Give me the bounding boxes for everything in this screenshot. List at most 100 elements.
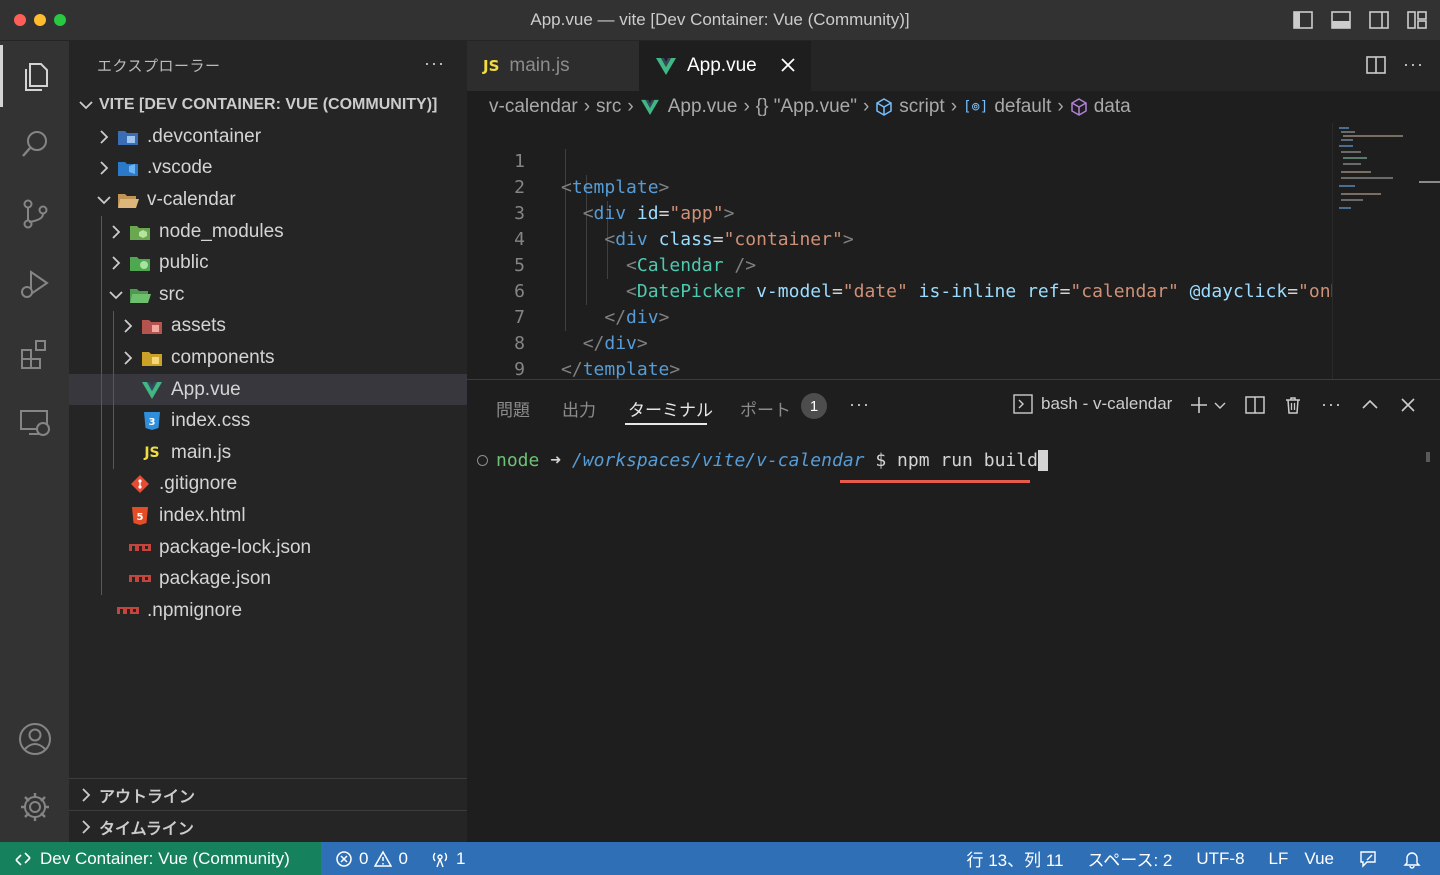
tree-item-package-json[interactable]: package.json — [69, 563, 467, 595]
maximize-panel-icon[interactable] — [1360, 395, 1380, 415]
tree-item-assets[interactable]: assets — [69, 310, 467, 343]
manage-button[interactable] — [0, 776, 69, 838]
encoding[interactable]: UTF-8 — [1196, 849, 1244, 869]
folder-src-icon — [129, 284, 151, 306]
split-editor-icon[interactable] — [1365, 54, 1387, 76]
explorer-title: エクスプローラー — [97, 57, 221, 75]
tab-problems[interactable]: 問題 — [496, 396, 530, 421]
terminal-scrollbar[interactable] — [1426, 452, 1430, 462]
accounts-button[interactable] — [0, 708, 69, 770]
error-count: 0 — [359, 848, 369, 868]
new-terminal-icon[interactable] — [1189, 395, 1209, 415]
terminal-selector[interactable]: bash - v-calendar — [1013, 394, 1172, 414]
indentation[interactable]: スペース: 2 — [1087, 846, 1172, 871]
chevron-down-icon[interactable] — [1213, 395, 1227, 415]
chevron-right-icon — [107, 254, 125, 272]
timeline-section[interactable]: タイムライン — [69, 810, 467, 842]
panel-more-actions-icon[interactable]: ··· — [1321, 394, 1342, 415]
cursor-position[interactable]: 行 13、列 11 — [966, 846, 1063, 871]
tree-item-label: App.vue — [171, 378, 241, 400]
editor-more-actions-icon[interactable]: ··· — [1403, 54, 1424, 76]
extensions-icon — [20, 340, 46, 369]
breadcrumb-item[interactable]: v-calendar — [489, 96, 578, 118]
extensions-button[interactable] — [0, 323, 69, 385]
feedback-icon[interactable] — [1358, 849, 1378, 869]
panel-more-tabs-icon[interactable]: ··· — [849, 394, 870, 415]
breadcrumb-item[interactable]: src — [596, 96, 621, 118]
account-icon — [18, 723, 51, 755]
tree-item-label: .gitignore — [159, 473, 238, 495]
indent-guide — [101, 405, 102, 437]
tree-item-vscode[interactable]: .vscode — [69, 153, 467, 185]
language-mode[interactable]: Vue — [1304, 849, 1334, 869]
tree-item-label: v-calendar — [147, 188, 236, 210]
toggle-primary-sidebar-icon[interactable] — [1292, 9, 1314, 31]
code-line: 5 <DatePicker v-model="date" is-inline r… — [467, 227, 1332, 302]
code-line: 7 </div> — [467, 279, 1332, 354]
code-line: 6 </div> — [467, 253, 1332, 328]
toggle-secondary-sidebar-icon[interactable] — [1368, 9, 1390, 31]
terminal-prompt-line[interactable]: node ➜ /workspaces/vite/v-calendar $ npm… — [477, 450, 1048, 471]
breadcrumb-item[interactable]: default — [994, 96, 1051, 118]
indent-guide — [101, 373, 102, 406]
breadcrumb-item[interactable]: {} "App.vue" — [756, 96, 857, 118]
tree-item-public[interactable]: public — [69, 247, 467, 279]
code-editor[interactable]: 1 <template> 2 <div id="app"> 3 <div cla… — [467, 123, 1332, 379]
tree-item-src[interactable]: src — [69, 278, 467, 311]
tab-output[interactable]: 出力 — [562, 396, 596, 421]
bell-icon[interactable] — [1402, 849, 1422, 869]
svg-text:3: 3 — [149, 417, 156, 428]
tree-item-gitignore[interactable]: .gitignore — [69, 468, 467, 501]
close-panel-icon[interactable] — [1398, 395, 1418, 415]
source-control-button[interactable] — [0, 183, 69, 245]
breadcrumb-item[interactable]: App.vue — [668, 96, 738, 118]
remote-explorer-button[interactable] — [0, 391, 69, 453]
breadcrumb-item[interactable]: data — [1094, 96, 1131, 118]
tree-item-index-css[interactable]: 3 index.css — [69, 405, 467, 437]
tree-item-components[interactable]: components — [69, 342, 467, 374]
tree-item-node-modules[interactable]: node_modules — [69, 215, 467, 248]
tree-item-main-js[interactable]: JS main.js — [69, 436, 467, 469]
ports-indicator[interactable]: 1 — [430, 849, 465, 869]
chevron-down-icon — [107, 286, 125, 304]
search-button[interactable] — [0, 113, 69, 175]
module-icon — [875, 98, 893, 116]
problems-indicator[interactable]: 0 0 — [335, 849, 408, 869]
tab-ports[interactable]: ポート — [740, 396, 791, 421]
tab-app-vue[interactable]: App.vue — [639, 41, 811, 91]
tab-terminal[interactable]: ターミナル — [628, 396, 713, 421]
breadcrumb-item[interactable]: script — [899, 96, 944, 118]
tree-item-app-vue[interactable]: App.vue — [69, 373, 467, 406]
trash-icon[interactable] — [1283, 395, 1303, 415]
tree-item-label: package-lock.json — [159, 536, 312, 558]
workspace-root[interactable]: VITE [DEV CONTAINER: VUE (COMMUNITY)] — [69, 89, 467, 121]
tree-item-index-html[interactable]: 5 index.html — [69, 500, 467, 532]
split-terminal-icon[interactable] — [1245, 395, 1265, 415]
command-highlight-underline — [840, 480, 1030, 483]
explorer-button[interactable] — [0, 45, 69, 107]
remote-indicator[interactable]: Dev Container: Vue (Community) — [0, 842, 321, 875]
tree-item-npmignore[interactable]: .npmignore — [69, 595, 467, 627]
minimap[interactable] — [1332, 123, 1440, 379]
tree-item-package-lock-json[interactable]: package-lock.json — [69, 531, 467, 564]
outline-section[interactable]: アウトライン — [69, 778, 467, 810]
end-of-line[interactable]: LF — [1269, 849, 1289, 869]
indent-guide — [113, 436, 114, 469]
tree-item-v-calendar[interactable]: v-calendar — [69, 184, 467, 216]
folder-components-icon — [141, 347, 163, 369]
tree-item-label: src — [159, 283, 185, 305]
close-icon[interactable] — [777, 54, 799, 76]
explorer-more-actions-icon[interactable]: ··· — [424, 53, 445, 74]
outline-label: アウトライン — [99, 788, 196, 806]
folder-devcontainer-icon — [117, 126, 139, 148]
toggle-panel-icon[interactable] — [1330, 9, 1352, 31]
tree-item-devcontainer[interactable]: .devcontainer — [69, 121, 467, 153]
run-debug-button[interactable] — [0, 253, 69, 315]
folder-public-icon — [129, 252, 151, 274]
indent-guide — [113, 373, 114, 406]
customize-layout-icon[interactable] — [1406, 9, 1428, 31]
tab-main-js[interactable]: JS main.js — [467, 41, 639, 91]
indent-guide — [113, 405, 114, 437]
command-decoration-icon — [477, 455, 488, 466]
activity-bar — [0, 41, 69, 842]
